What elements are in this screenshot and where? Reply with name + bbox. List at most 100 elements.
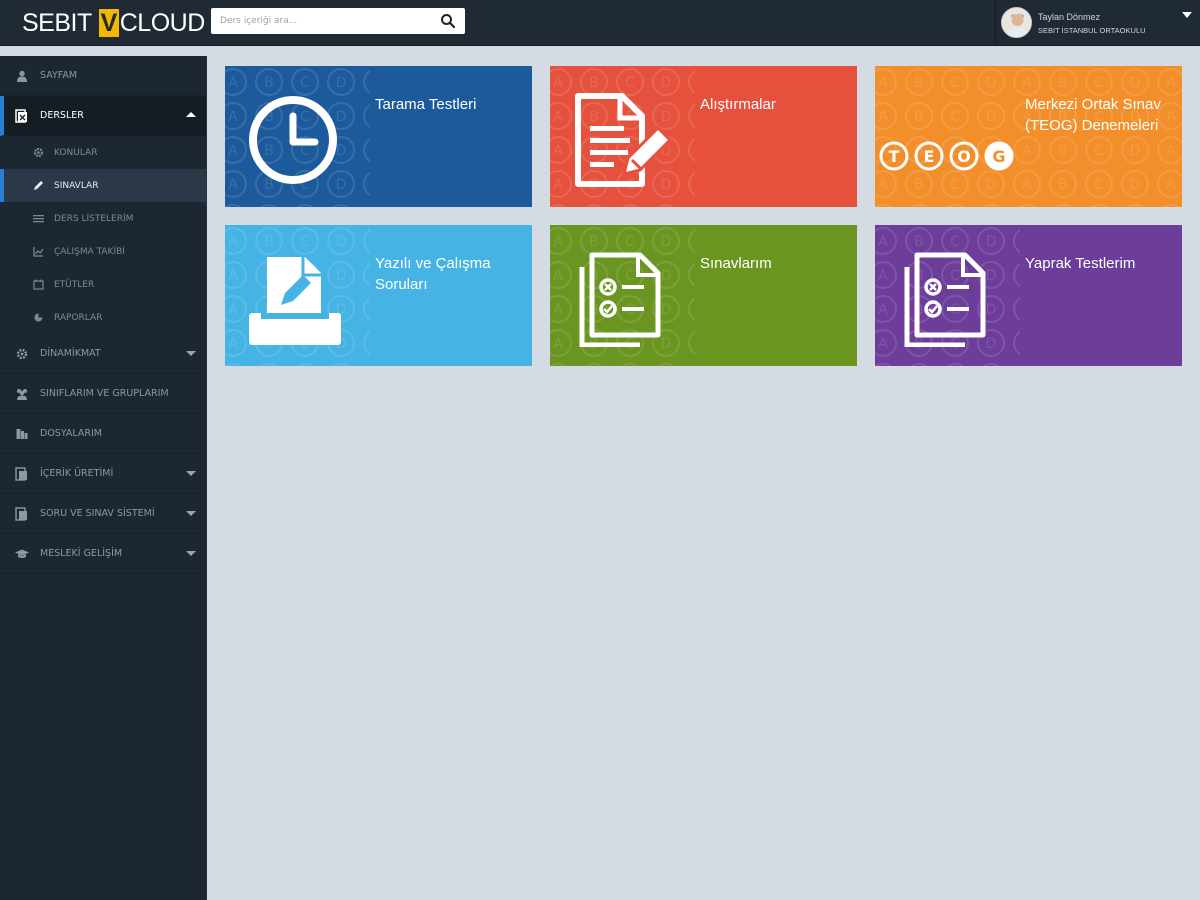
sidebar-item-siniflarim[interactable]: SINIFLARIM VE GRUPLARIM bbox=[0, 374, 206, 414]
svg-text:T: T bbox=[889, 147, 900, 166]
teog-icon: TEOG bbox=[879, 141, 1014, 171]
svg-text:D: D bbox=[1130, 143, 1141, 159]
svg-text:A: A bbox=[228, 268, 238, 284]
worksheet-icon bbox=[904, 252, 986, 347]
tile-teog[interactable]: ABCDABCDAABCDABCDAABCDABCDAABCDABCDAABCD… bbox=[875, 66, 1182, 207]
svg-text:A: A bbox=[228, 177, 238, 193]
svg-text:B: B bbox=[914, 109, 924, 125]
svg-text:A: A bbox=[878, 234, 888, 250]
logo-mark: V bbox=[98, 9, 119, 37]
sidebar-subitem-konular[interactable]: KONULAR bbox=[0, 136, 206, 169]
svg-text:E: E bbox=[924, 147, 935, 166]
svg-text:A: A bbox=[1022, 177, 1032, 193]
svg-text:C: C bbox=[1094, 143, 1104, 159]
svg-text:G: G bbox=[992, 147, 1005, 166]
sidebar-subitem-calisma-takibi[interactable]: ÇALIŞMA TAKİBİ bbox=[0, 235, 206, 268]
sidebar-item-sayfam[interactable]: SAYFAM bbox=[0, 56, 206, 96]
svg-text:A: A bbox=[553, 336, 563, 352]
svg-text:A: A bbox=[553, 75, 563, 91]
sidebar-item-label: ETÜTLER bbox=[54, 279, 95, 290]
user-name: Taylan Dönmez bbox=[1038, 12, 1101, 22]
user-icon bbox=[15, 69, 29, 83]
sidebar-item-label: SAYFAM bbox=[40, 70, 78, 81]
svg-text:D: D bbox=[1130, 177, 1141, 193]
chevron-down-icon[interactable] bbox=[186, 471, 196, 476]
tile-label: Tarama Testleri bbox=[375, 96, 477, 113]
sidebar-subitem-etutler[interactable]: ETÜTLER bbox=[0, 268, 206, 301]
svg-text:B: B bbox=[1058, 75, 1068, 91]
clock-icon bbox=[249, 96, 337, 184]
files-icon bbox=[15, 427, 29, 441]
sidebar-item-label: DERS LİSTELERİM bbox=[54, 213, 134, 224]
svg-text:A: A bbox=[228, 143, 238, 159]
svg-text:D: D bbox=[986, 109, 997, 125]
tile-tarama-testleri[interactable]: ABCDAABCDAABCDAABCDAABCDA Tarama Testler… bbox=[225, 66, 532, 207]
report-icon bbox=[32, 312, 44, 324]
svg-text:C: C bbox=[1094, 177, 1104, 193]
cog-icon bbox=[15, 347, 29, 361]
svg-text:A: A bbox=[878, 302, 888, 318]
svg-text:C: C bbox=[950, 75, 960, 91]
sidebar-item-icerik-uretimi[interactable]: İÇERİK ÜRETİMİ bbox=[0, 454, 206, 494]
chevron-down-icon[interactable] bbox=[186, 551, 196, 556]
svg-text:A: A bbox=[228, 336, 238, 352]
svg-text:A: A bbox=[878, 75, 888, 91]
top-bar: SEBIT V CLOUD Taylan Dönmez SEBIT İSTANB… bbox=[0, 0, 1200, 46]
svg-text:A: A bbox=[553, 268, 563, 284]
svg-text:O: O bbox=[957, 147, 971, 166]
logo-text-right: CLOUD bbox=[119, 8, 206, 37]
svg-text:B: B bbox=[1058, 177, 1068, 193]
list-icon bbox=[32, 213, 44, 225]
tile-sinavlarim[interactable]: ABCDAABCDAABCDAABCDAABCDA Sınavlarım bbox=[550, 225, 857, 366]
exam-papers-icon bbox=[579, 252, 661, 347]
search-icon[interactable] bbox=[440, 13, 456, 29]
search-box bbox=[211, 8, 465, 34]
svg-text:D: D bbox=[1130, 75, 1141, 91]
search-input[interactable] bbox=[211, 8, 431, 34]
users-icon bbox=[15, 387, 29, 401]
svg-text:B: B bbox=[914, 177, 924, 193]
chart-icon bbox=[32, 246, 44, 258]
graduation-icon bbox=[15, 547, 29, 561]
tile-yaprak-testlerim[interactable]: ABCDAABCDAABCDAABCDAABCDA Yaprak Testler… bbox=[875, 225, 1182, 366]
sidebar-subitem-sinavlar[interactable]: SINAVLAR bbox=[0, 169, 206, 202]
tile-label: Alıştırmalar bbox=[700, 96, 776, 113]
tile-label: Yazılı ve Çalışma Soruları bbox=[375, 255, 491, 293]
svg-text:A: A bbox=[1022, 75, 1032, 91]
logo-text-left: SEBIT bbox=[22, 8, 92, 37]
sidebar-item-label: SINIFLARIM VE GRUPLARIM bbox=[40, 388, 169, 399]
chevron-down-icon[interactable] bbox=[186, 351, 196, 356]
tile-yazili-ve-calisma[interactable]: ABCDAABCDAABCDAABCDAABCDA Yazılı ve Çalı… bbox=[225, 225, 532, 366]
svg-text:A: A bbox=[1166, 143, 1176, 159]
user-menu[interactable]: Taylan Dönmez SEBIT İSTANBUL ORTAOKULU bbox=[995, 0, 1200, 46]
svg-text:C: C bbox=[950, 177, 960, 193]
calendar-icon bbox=[32, 279, 44, 291]
svg-text:A: A bbox=[878, 177, 888, 193]
sidebar-item-dersler[interactable]: DERSLER bbox=[0, 96, 206, 136]
sidebar-item-dosyalarim[interactable]: DOSYALARIM bbox=[0, 414, 206, 454]
tile-label: Merkezi Ortak Sınav (TEOG) Denemeleri bbox=[1025, 96, 1161, 134]
svg-text:A: A bbox=[1166, 177, 1176, 193]
avatar bbox=[1001, 7, 1032, 38]
sidebar-item-mesleki-gelisim[interactable]: MESLEKİ GELİŞİM bbox=[0, 534, 206, 574]
svg-text:A: A bbox=[228, 109, 238, 125]
tile-alistirmalar[interactable]: ABCDAABCDAABCDAABCDAABCDA Alıştırmalar bbox=[550, 66, 857, 207]
sidebar-subitem-ders-listelerim[interactable]: DERS LİSTELERİM bbox=[0, 202, 206, 235]
app-logo[interactable]: SEBIT V CLOUD bbox=[22, 8, 205, 38]
chevron-down-icon[interactable] bbox=[1182, 12, 1192, 18]
user-school: SEBIT İSTANBUL ORTAOKULU bbox=[1038, 26, 1146, 35]
sidebar-subitem-raporlar[interactable]: RAPORLAR bbox=[0, 301, 206, 334]
svg-text:A: A bbox=[1166, 75, 1176, 91]
sidebar-item-label: DOSYALARIM bbox=[40, 428, 102, 439]
content-icon bbox=[15, 466, 29, 481]
gear-icon bbox=[32, 147, 44, 159]
chevron-down-icon[interactable] bbox=[186, 511, 196, 516]
svg-text:D: D bbox=[986, 75, 997, 91]
sidebar-item-dinamikmat[interactable]: DİNAMİKMAT bbox=[0, 334, 206, 374]
svg-text:C: C bbox=[1094, 75, 1104, 91]
book-icon bbox=[15, 108, 29, 123]
chevron-up-icon[interactable] bbox=[186, 112, 196, 117]
sidebar-item-label: SORU VE SINAV SİSTEMİ bbox=[40, 508, 155, 519]
svg-text:A: A bbox=[553, 302, 563, 318]
sidebar-item-soru-ve-sinav[interactable]: SORU VE SINAV SİSTEMİ bbox=[0, 494, 206, 534]
